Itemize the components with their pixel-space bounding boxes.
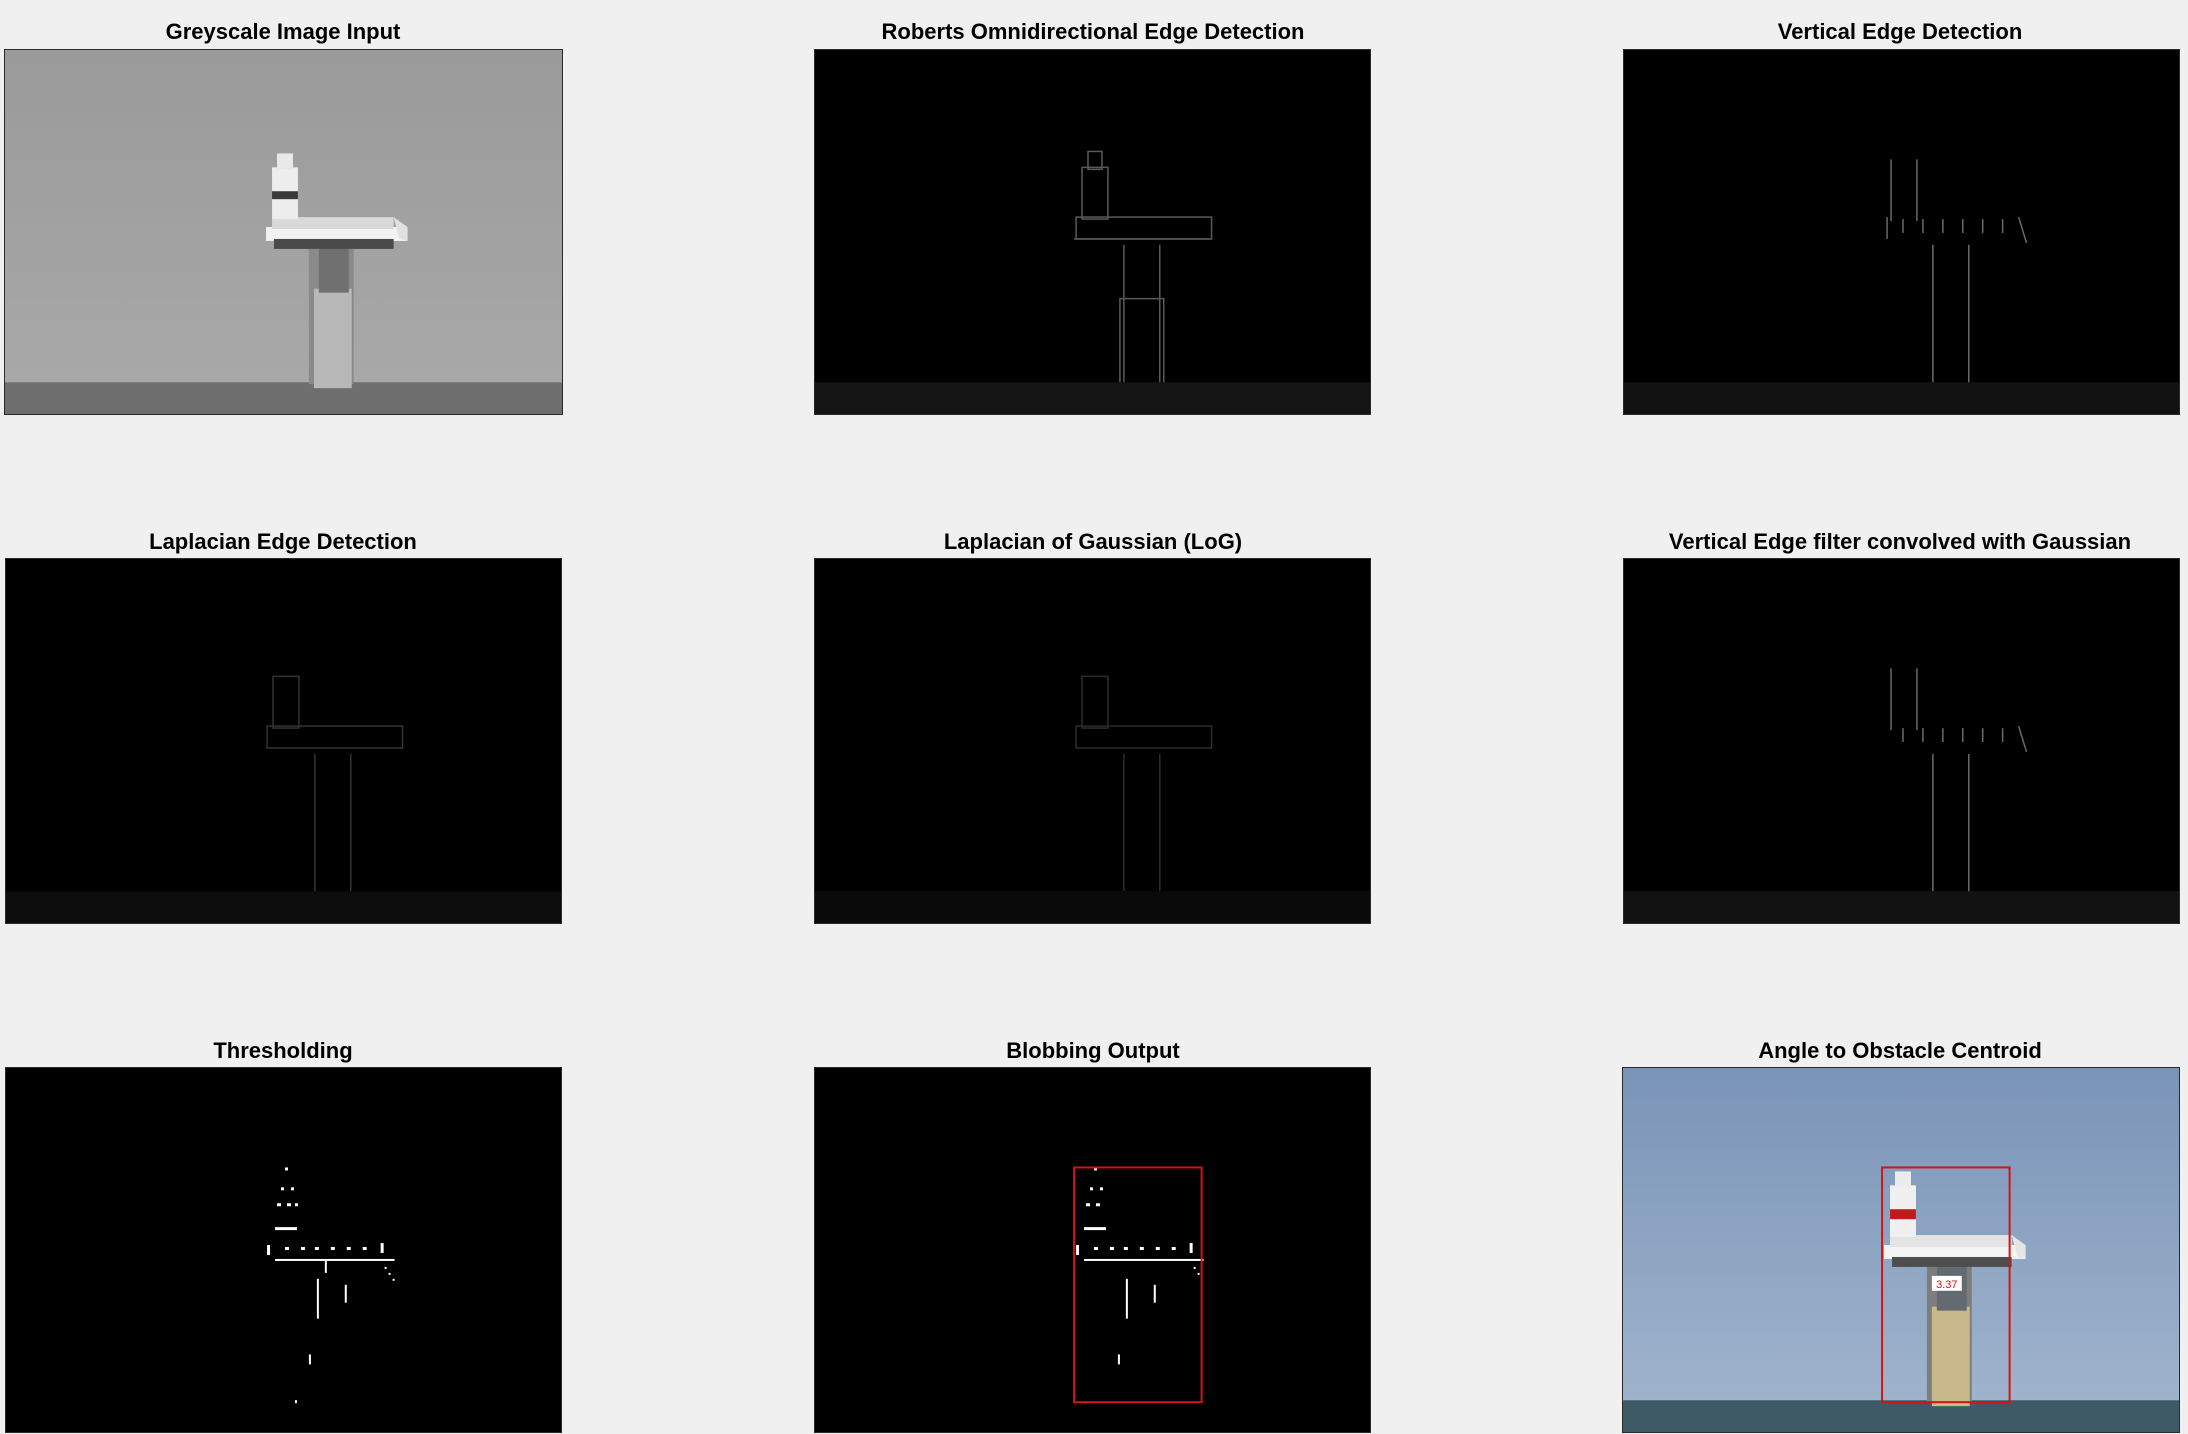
- panel-title-angle: Angle to Obstacle Centroid: [1758, 1038, 2042, 1063]
- blobbing-axes: [814, 1067, 1371, 1433]
- vertical-edge-axes: [1623, 49, 2180, 415]
- vertical-edge-image: [1624, 50, 2179, 414]
- panel-title-log: Laplacian of Gaussian (LoG): [943, 529, 1243, 554]
- panel-title-blobbing: Blobbing Output: [1006, 1038, 1180, 1063]
- figure-window: Greyscale Image Input Roberts Omnidirect…: [0, 0, 2188, 1434]
- log-edge-image: [815, 559, 1370, 923]
- angle-centroid-image: 3.37: [1623, 1068, 2179, 1432]
- thresholding-image: [6, 1068, 561, 1432]
- panel-title-greyscale: Greyscale Image Input: [165, 19, 401, 44]
- roberts-edge-axes: [814, 49, 1371, 415]
- panel-title-laplacian: Laplacian Edge Detection: [149, 529, 417, 554]
- panel-title-vertical-gaussian: Vertical Edge filter convolved with Gaus…: [1668, 529, 2132, 554]
- laplacian-edge-axes: [5, 558, 562, 924]
- greyscale-image-axes: [4, 49, 563, 415]
- thresholding-axes: [5, 1067, 562, 1433]
- vertical-gaussian-image: [1624, 559, 2179, 923]
- panel-title-vertical-edge: Vertical Edge Detection: [1777, 19, 2023, 44]
- blobbing-image: [815, 1068, 1370, 1432]
- greyscale-image: [5, 50, 562, 414]
- vertical-gaussian-axes: [1623, 558, 2180, 924]
- angle-value-label: 3.37: [1936, 1279, 1957, 1291]
- panel-title-roberts: Roberts Omnidirectional Edge Detection: [881, 19, 1305, 44]
- log-edge-axes: [814, 558, 1371, 924]
- roberts-edge-image: [815, 50, 1370, 414]
- panel-title-thresholding: Thresholding: [213, 1038, 353, 1063]
- laplacian-edge-image: [6, 559, 561, 923]
- angle-centroid-axes: 3.37: [1622, 1067, 2180, 1433]
